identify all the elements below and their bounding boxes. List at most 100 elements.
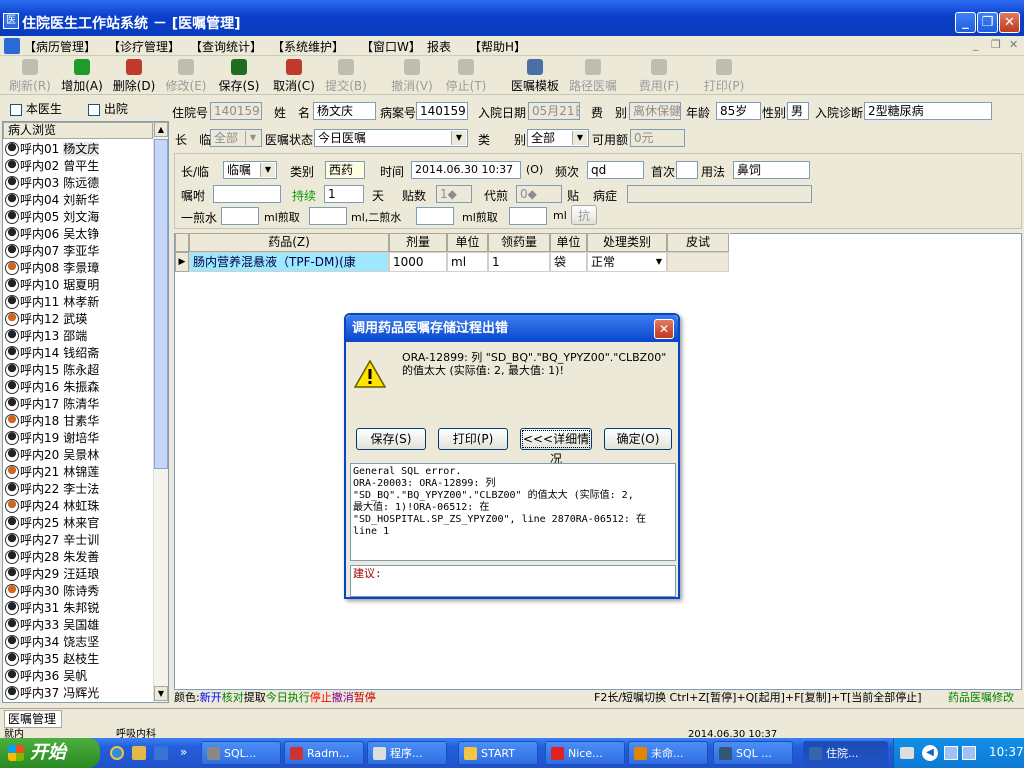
order-time-button[interactable]: (O) [526, 163, 543, 176]
ie-icon[interactable] [110, 746, 124, 760]
patient-item[interactable]: 呼内07 李亚华 [5, 243, 99, 260]
menu-item-5[interactable]: 报表 [427, 38, 451, 55]
scroll-up-icon[interactable]: ▲ [154, 122, 168, 137]
patient-item[interactable]: 呼内27 辛士训 [5, 532, 99, 549]
taskbar-item-4[interactable]: Nice... [545, 741, 625, 765]
status-tab-order-management[interactable]: 医嘱管理 [4, 710, 62, 728]
menu-item-6[interactable]: 【帮助H】 [469, 38, 526, 55]
grid-header-6[interactable]: 皮试 [667, 233, 729, 252]
menu-item-1[interactable]: 【诊疗管理】 [108, 38, 180, 55]
patient-item[interactable]: 呼内19 谢培华 [5, 430, 99, 447]
patient-item[interactable]: 呼内25 林来官 [5, 515, 99, 532]
patient-item[interactable]: 呼内24 林虹珠 [5, 498, 99, 515]
dialog-save-button[interactable]: 保存(S) [356, 428, 426, 450]
patient-item[interactable]: 呼内36 吴帆 [5, 668, 87, 685]
patient-item[interactable]: 呼内01 杨文庆 [5, 141, 100, 158]
suggestion-field[interactable]: 建议: [350, 565, 676, 597]
own-doctor-checkbox[interactable] [10, 103, 22, 116]
patient-item[interactable]: 呼内10 琚夏明 [5, 277, 99, 294]
dialog-close-button[interactable]: ✕ [654, 319, 674, 339]
filter-own-doctor[interactable]: 本医生 [10, 100, 62, 117]
taskbar-item-0[interactable]: SQL... [201, 741, 281, 765]
patient-item[interactable]: 呼内14 钱绍斋 [5, 345, 99, 362]
minimize-button[interactable]: _ [955, 12, 976, 33]
patient-item[interactable]: 呼内30 陈诗秀 [5, 583, 99, 600]
patient-item[interactable]: 呼内21 林锦莲 [5, 464, 99, 481]
quicklaunch2-icon[interactable] [154, 746, 168, 760]
taskbar-item-1[interactable]: Radm... [284, 741, 364, 765]
grid-header-0[interactable]: 药品(Z) [189, 233, 389, 252]
grid-cell-5[interactable]: ▼ 正常 [587, 252, 667, 272]
patient-item[interactable]: 呼内05 刘文海 [5, 209, 99, 226]
patient-record-no-field[interactable]: 1401591 [416, 102, 468, 120]
patient-item[interactable]: 呼内22 李士法 [5, 481, 99, 498]
toolbar-button-1[interactable]: 增加(A) [56, 59, 108, 93]
mdi-doc-icon[interactable] [4, 38, 20, 54]
patient-name-field[interactable]: 杨文庆 [313, 102, 376, 120]
patient-item[interactable]: 呼内18 甘素华 [5, 413, 99, 430]
grid-header-5[interactable]: 处理类别 [587, 233, 667, 252]
grid-cell-2[interactable]: ml [447, 252, 488, 272]
order-status-select[interactable]: 今日医嘱 ▼ [314, 129, 468, 147]
long-temp-filter-select[interactable]: 全部 ▼ [210, 129, 262, 147]
taskbar-item-7[interactable]: 住院... [803, 741, 888, 765]
scroll-down-icon[interactable]: ▼ [154, 686, 168, 701]
patient-item[interactable]: 呼内16 朱振森 [5, 379, 99, 396]
taskbar-item-6[interactable]: SQL ... [713, 741, 793, 765]
menu-item-3[interactable]: 【系统维护】 [272, 38, 344, 55]
grid-cell-1[interactable]: 1000 [389, 252, 447, 272]
grid-cell-4[interactable]: 袋 [550, 252, 587, 272]
patient-item[interactable]: 呼内11 林孝新 [5, 294, 99, 311]
dialog-print-button[interactable]: 打印(P) [438, 428, 508, 450]
network-icon[interactable] [944, 746, 958, 760]
taskbar-item-3[interactable]: START [458, 741, 538, 765]
usage-field[interactable]: 鼻饲 [733, 161, 810, 179]
grid-header-3[interactable]: 领药量 [488, 233, 550, 252]
patient-item[interactable]: 呼内35 赵枝生 [5, 651, 99, 668]
patient-item[interactable]: 呼内13 邵端 [5, 328, 87, 345]
mdi-minimize-icon[interactable]: _ [973, 38, 979, 51]
patient-sex-field[interactable]: 男 [787, 102, 809, 120]
grid-header-2[interactable]: 单位 [447, 233, 488, 252]
patient-item[interactable]: 呼内31 朱邦锐 [5, 600, 99, 617]
taskbar-item-5[interactable]: 未命... [628, 741, 708, 765]
patient-age-field[interactable]: 85岁 [716, 102, 761, 120]
network2-icon[interactable] [962, 746, 976, 760]
patient-item[interactable]: 呼内02 曾平生 [5, 158, 99, 175]
patient-item[interactable]: 呼内34 饶志坚 [5, 634, 99, 651]
toolbar-button-5[interactable]: 取消(C) [268, 59, 320, 93]
more-icon[interactable]: » [180, 745, 187, 759]
order-cat-field[interactable]: 西药 [325, 161, 365, 179]
patient-item[interactable]: 呼内20 吴景林 [5, 447, 99, 464]
scroll-thumb[interactable] [154, 139, 168, 469]
menu-item-2[interactable]: 【查询统计】 [190, 38, 262, 55]
decoct2-field[interactable] [509, 207, 547, 225]
patient-item[interactable]: 呼内33 吴国雄 [5, 617, 99, 634]
decoct-spinner[interactable]: 0◆ [516, 185, 562, 203]
patient-item[interactable]: 呼内03 陈远德 [5, 175, 99, 192]
toolbar-button-4[interactable]: 保存(S) [213, 59, 265, 93]
close-button[interactable]: ✕ [999, 12, 1020, 33]
maximize-button[interactable]: ❐ [977, 12, 998, 33]
category-filter-select[interactable]: 全部 ▼ [527, 129, 589, 147]
patient-diagnosis-field[interactable]: 2型糖尿病 [864, 102, 992, 120]
patient-item[interactable]: 呼内08 李景璋 [5, 260, 99, 277]
patient-item[interactable]: 呼内17 陈清华 [5, 396, 99, 413]
mdi-restore-icon[interactable]: ❐ [991, 38, 1001, 51]
dialog-details-button[interactable]: <<<详细情况 [520, 428, 592, 466]
duration-field[interactable]: 1 [324, 185, 364, 203]
water2-field[interactable] [416, 207, 454, 225]
grid-header-1[interactable]: 剂量 [389, 233, 447, 252]
grid-header-4[interactable]: 单位 [550, 233, 587, 252]
menu-item-0[interactable]: 【病历管理】 [24, 38, 96, 55]
menu-item-4[interactable]: 【窗口W】 [361, 38, 421, 55]
decoct1-field[interactable] [309, 207, 347, 225]
patient-item[interactable]: 呼内12 武瑛 [5, 311, 87, 328]
mdi-close-icon[interactable]: ✕ [1009, 38, 1018, 51]
taskbar-item-2[interactable]: 程序... [367, 741, 447, 765]
filter-discharged[interactable]: 出院 [88, 100, 128, 117]
error-detail-text[interactable]: General SQL error. ORA-20003: ORA-12899:… [350, 463, 676, 561]
packs-spinner[interactable]: 1◆ [436, 185, 472, 203]
patient-item[interactable]: 呼内04 刘新华 [5, 192, 99, 209]
patient-item[interactable]: 呼内06 吴太铮 [5, 226, 99, 243]
